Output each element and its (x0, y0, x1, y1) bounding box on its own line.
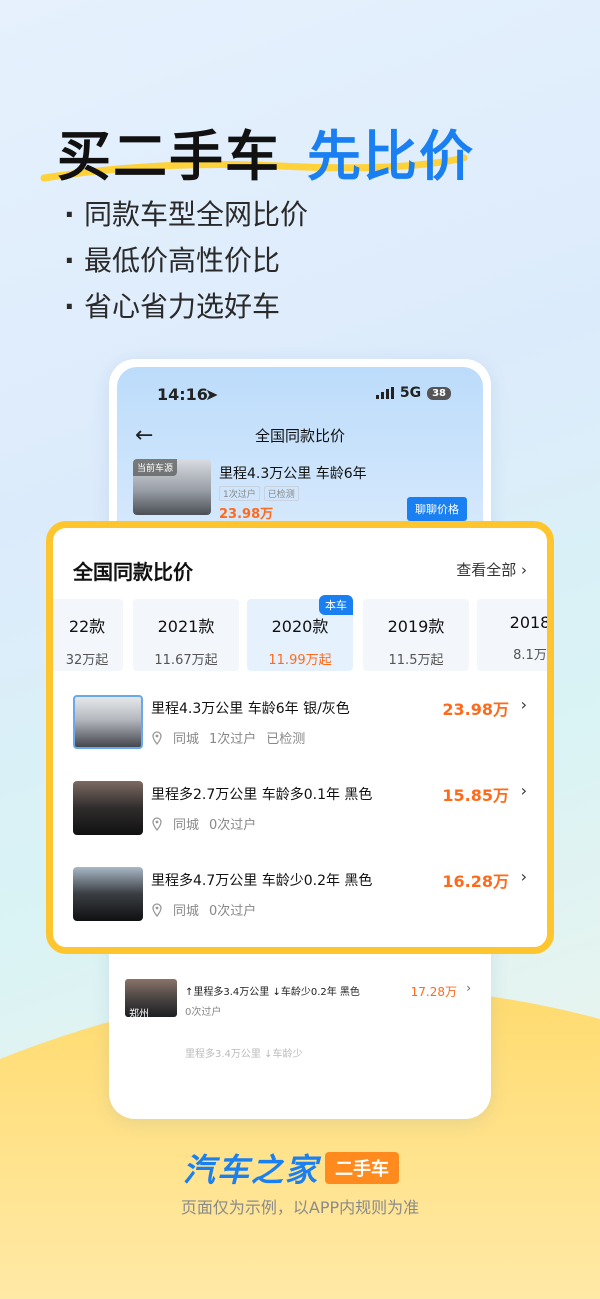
transfer-count: 0次过户 (209, 818, 257, 833)
current-car-badge: 本车 (319, 595, 353, 615)
car-thumbnail (73, 867, 143, 921)
car-thumbnail (73, 695, 143, 749)
list-item-price: 15.85万 (442, 786, 509, 805)
faded-list-item: 里程多3.4万公里 ↓车龄少 (185, 1049, 303, 1060)
year-tab[interactable]: 2021款 11.67万起 (133, 599, 239, 671)
city-label: 同城 (173, 818, 200, 833)
headline-blue: 先比价 (307, 125, 475, 188)
list-item-price: 16.28万 (442, 872, 509, 891)
list-item-title: 里程4.3万公里 车龄6年 银/灰色 (151, 701, 350, 717)
year-tab-selected[interactable]: 本车 2020款 11.99万起 (247, 595, 353, 671)
transfer-tag: 1次过户 (219, 486, 260, 501)
chat-price-button[interactable]: 聊聊价格 (407, 497, 467, 521)
list-item-title: ↑里程多3.4万公里 ↓车龄少0.2年 黑色 (185, 987, 360, 998)
network-label: 5G (399, 385, 422, 401)
list-item-price: 23.98万 (442, 700, 509, 719)
list-item[interactable]: 里程多2.7万公里 车龄多0.1年 黑色 同城 0次过户 15.85万 › (73, 781, 531, 867)
card-title: 全国同款比价 (73, 560, 193, 584)
list-item[interactable]: 里程多4.7万公里 车龄少0.2年 黑色 同城 0次过户 16.28万 › (73, 867, 531, 947)
year-tabs: 22款 32万起 2021款 11.67万起 本车 2020款 11.99万起 … (53, 595, 547, 675)
current-car-card[interactable]: 当前车源 里程4.3万公里 车龄6年 1次过户 已检测 23.98万 聊聊价格 (133, 459, 467, 525)
phone-header: 14:16 ➤ 5G 38 ← 全国同款比价 当前车源 里程4.3万公里 车龄6… (117, 367, 483, 537)
feature-item: · 最低价高性价比 (64, 244, 281, 277)
inspected-label: 已检测 (266, 732, 306, 747)
list-item-title: 里程多4.7万公里 车龄少0.2年 黑色 (151, 873, 373, 889)
location-pin-icon (152, 816, 162, 831)
car-list: 里程4.3万公里 车龄6年 银/灰色 同城 1次过户 已检测 23.98万 › … (73, 695, 531, 947)
chevron-right-icon: › (520, 781, 527, 800)
list-item[interactable]: 里程4.3万公里 车龄6年 银/灰色 同城 1次过户 已检测 23.98万 › (73, 695, 531, 781)
car-thumbnail (73, 781, 143, 835)
chevron-right-icon: › (466, 981, 471, 995)
year-tab[interactable]: 2018 8.1万 (477, 599, 547, 671)
chevron-right-icon: › (520, 695, 527, 714)
page-title: 全国同款比价 (254, 427, 345, 445)
location-arrow-icon: ➤ (205, 385, 219, 404)
headline-dark: 买二手车 (57, 125, 281, 188)
disclaimer-text: 页面仅为示例，以APP内规则为准 (180, 1198, 420, 1217)
current-car-price: 23.98万 (219, 507, 274, 522)
list-item-title: 里程多2.7万公里 车龄多0.1年 黑色 (151, 787, 373, 803)
current-car-title: 里程4.3万公里 车龄6年 (219, 466, 367, 482)
logo-badge: 二手车 (325, 1152, 400, 1184)
location-pin-icon (152, 730, 162, 745)
feature-list: · 同款车型全网比价 · 最低价高性价比 · 省心省力选好车 (64, 192, 308, 330)
brand-logo: 汽车之家 二手车 (183, 1145, 400, 1191)
battery-icon: 38 (427, 386, 451, 400)
current-source-tag: 当前车源 (133, 459, 178, 476)
logo-text: 汽车之家 (183, 1151, 320, 1189)
location-pin-icon (152, 902, 162, 917)
status-time: 14:16 (157, 385, 208, 404)
year-tab[interactable]: 2019款 11.5万起 (363, 599, 469, 671)
list-item[interactable]: 郑州 ↑里程多3.4万公里 ↓车龄少0.2年 黑色 0次过户 17.28万 › (125, 977, 475, 1027)
chevron-right-icon: › (520, 867, 527, 886)
headline: 买二手车 先比价 (57, 112, 475, 191)
list-item-price: 17.28万 (410, 985, 457, 999)
comparison-card: 全国同款比价 查看全部 › 22款 32万起 2021款 11.67万起 本车 … (46, 521, 554, 954)
signal-icon (375, 387, 394, 399)
feature-item: · 省心省力选好车 (64, 290, 281, 323)
inspected-tag: 已检测 (263, 486, 299, 501)
transfer-count: 0次过户 (209, 904, 257, 919)
transfer-count: 1次过户 (209, 732, 257, 747)
city-label: 同城 (173, 904, 200, 919)
city-label: 郑州 (129, 1009, 149, 1020)
chevron-right-icon: › (521, 561, 527, 579)
year-tab[interactable]: 22款 32万起 (53, 599, 123, 671)
status-bar: 14:16 ➤ 5G 38 (157, 385, 451, 407)
feature-item: · 同款车型全网比价 (64, 198, 309, 231)
see-all-link[interactable]: 查看全部 › (456, 559, 527, 580)
city-label: 同城 (173, 732, 200, 747)
list-item-meta: 0次过户 (185, 1007, 222, 1018)
